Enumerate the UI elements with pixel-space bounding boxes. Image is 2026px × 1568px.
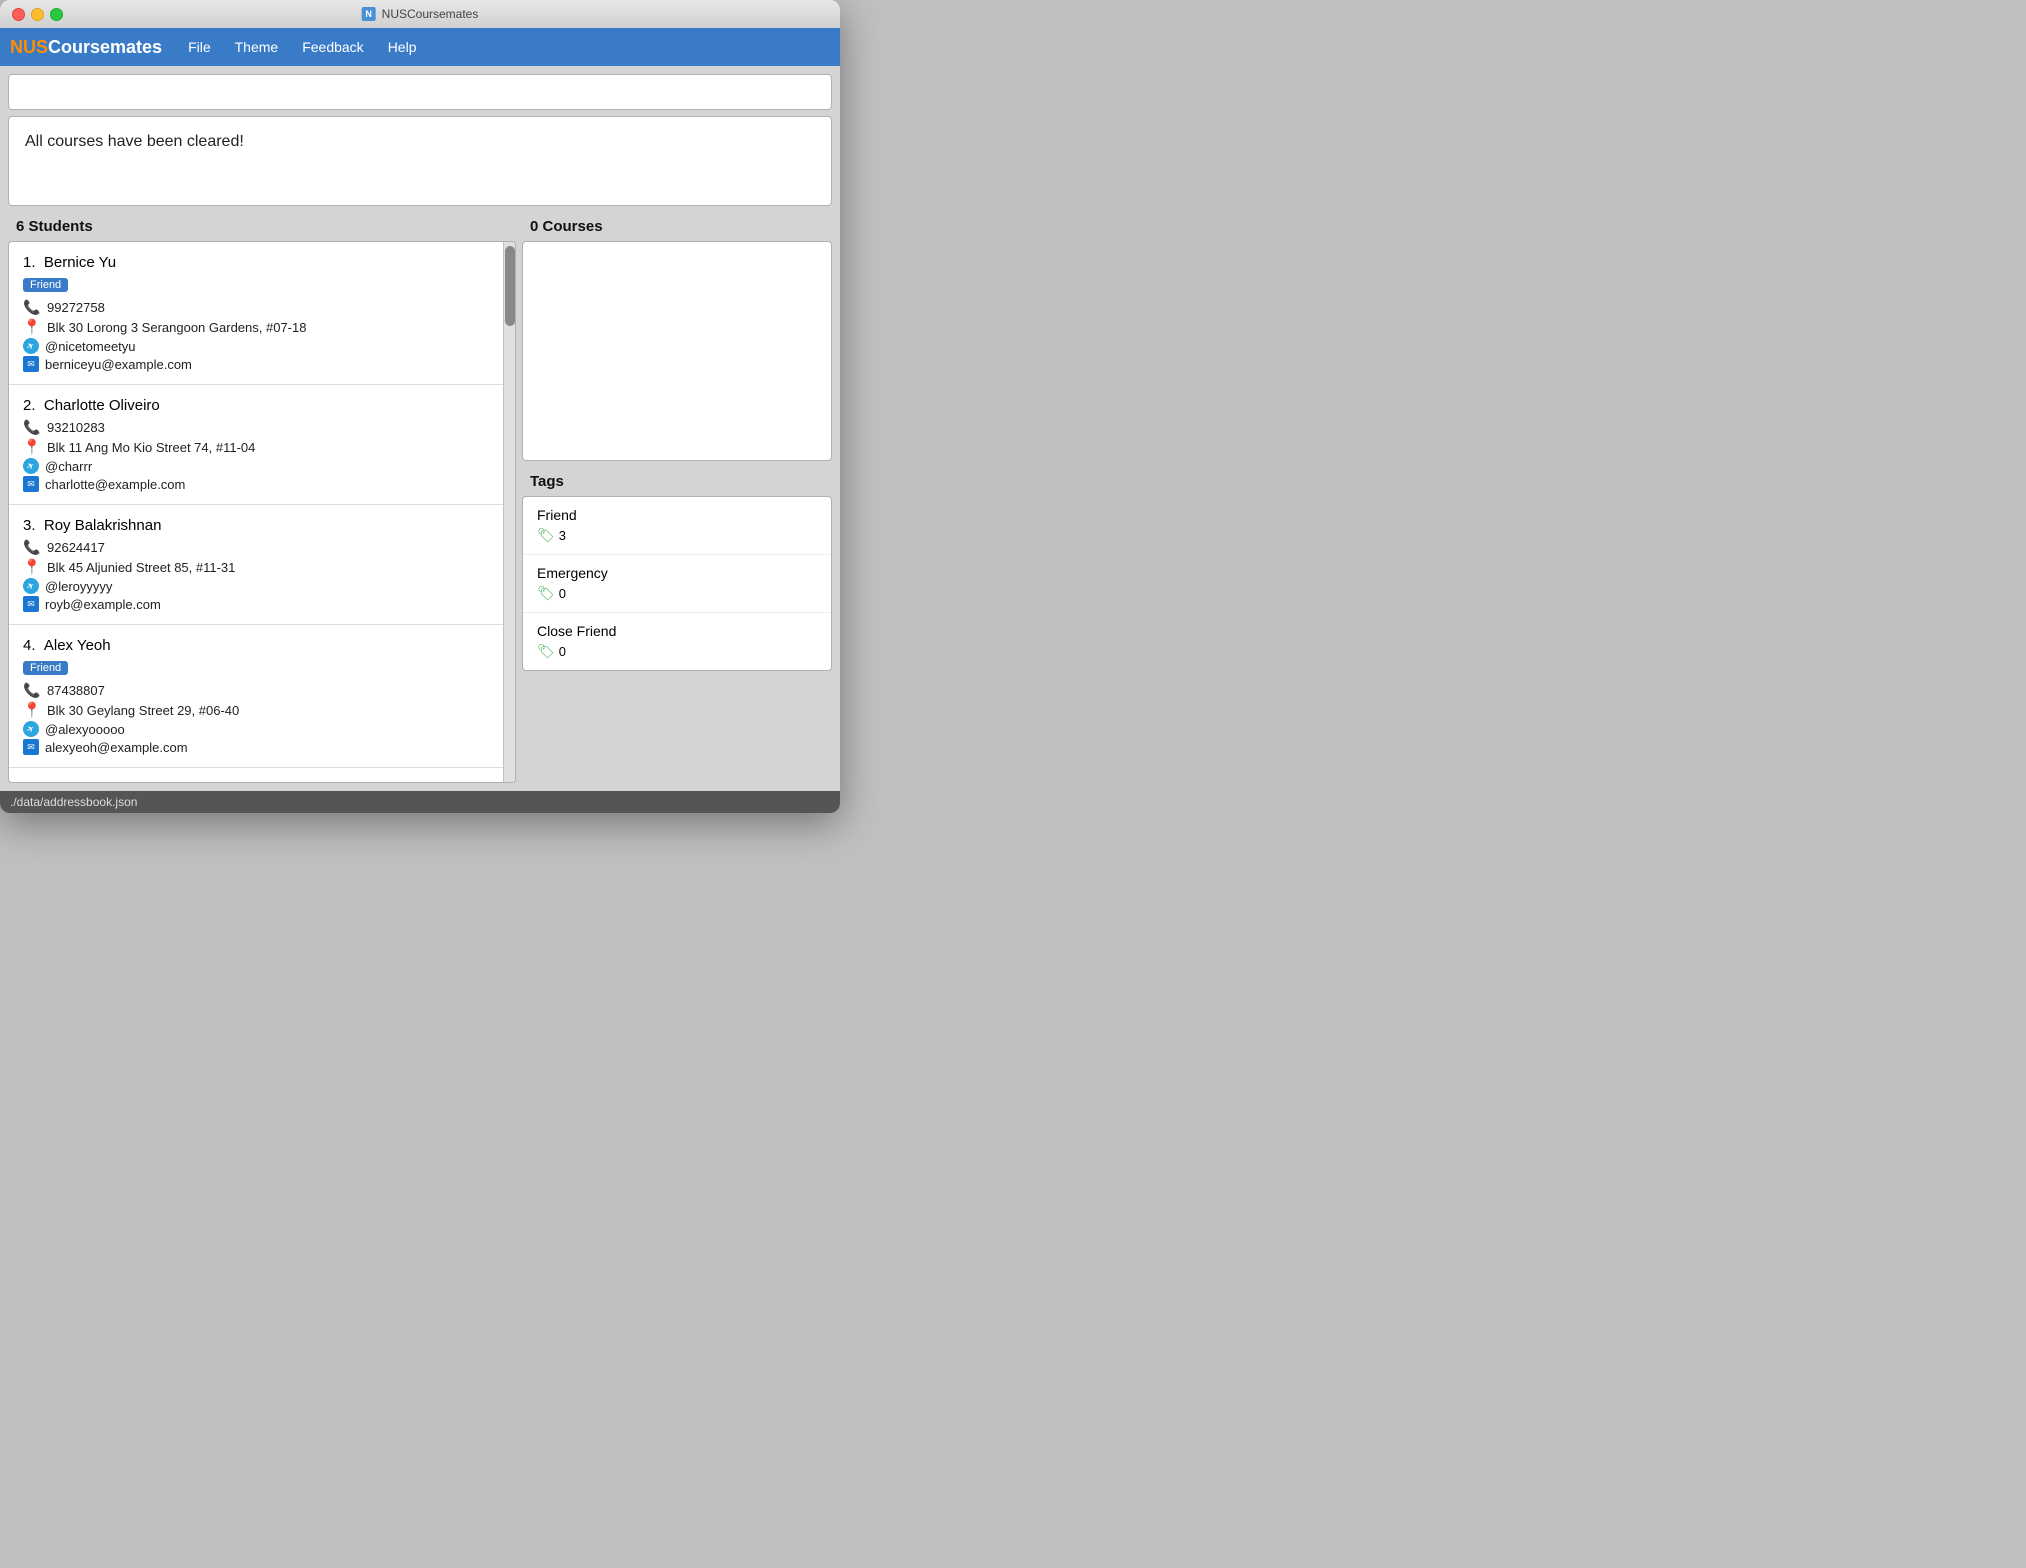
tag-count-icon-friend: 🏷 bbox=[537, 527, 555, 544]
student-telegram-4: @alexyooooo bbox=[23, 721, 489, 737]
tag-count-icon-emergency: 🏷 bbox=[537, 585, 555, 602]
telegram-icon bbox=[23, 338, 39, 354]
tag-name-friend: Friend bbox=[537, 507, 817, 523]
tag-row-closefriend: Close Friend 🏷 0 bbox=[523, 613, 831, 670]
email-icon bbox=[23, 356, 39, 372]
student-item-2[interactable]: 2. Charlotte Oliveiro 93210283 📍 Blk 11 … bbox=[9, 385, 503, 505]
student-address-2: 📍 Blk 11 Ang Mo Kio Street 74, #11-04 bbox=[23, 438, 489, 456]
columns: 6 Students 1. Bernice Yu Friend 99272758 bbox=[8, 212, 832, 783]
student-phone-1: 99272758 bbox=[23, 298, 489, 316]
location-icon-2: 📍 bbox=[23, 438, 41, 456]
close-button[interactable] bbox=[12, 8, 25, 21]
menu-bar: NUSCoursemates File Theme Feedback Help bbox=[0, 28, 840, 66]
maximize-button[interactable] bbox=[50, 8, 63, 21]
students-list: 1. Bernice Yu Friend 99272758 📍 Blk 30 L… bbox=[8, 241, 516, 783]
right-column: 0 Courses Tags Friend 🏷 3 Emergency bbox=[522, 212, 832, 783]
minimize-button[interactable] bbox=[31, 8, 44, 21]
tag-badge-4: Friend bbox=[23, 661, 68, 675]
location-icon-4: 📍 bbox=[23, 701, 41, 719]
tag-row-friend: Friend 🏷 3 bbox=[523, 497, 831, 555]
student-item-4[interactable]: 4. Alex Yeoh Friend 87438807 📍 Blk 30 Ge… bbox=[9, 625, 503, 768]
location-icon-3: 📍 bbox=[23, 558, 41, 576]
student-name-5: 5. Irfan Ibrahim bbox=[23, 780, 489, 782]
tag-count-friend: 🏷 3 bbox=[537, 527, 817, 544]
telegram-icon-2 bbox=[23, 458, 39, 474]
student-item-3[interactable]: 3. Roy Balakrishnan 92624417 📍 Blk 45 Al… bbox=[9, 505, 503, 625]
student-name-4: 4. Alex Yeoh bbox=[23, 637, 489, 654]
message-area: All courses have been cleared! bbox=[8, 116, 832, 206]
app-title: NUSCoursemates bbox=[10, 37, 162, 58]
tag-badge-1: Friend bbox=[23, 278, 68, 292]
main-content: All courses have been cleared! 6 Student… bbox=[0, 66, 840, 791]
telegram-icon-3 bbox=[23, 578, 39, 594]
app-title-nus: NUS bbox=[10, 37, 48, 57]
window-title: N NUSCoursemates bbox=[362, 7, 479, 21]
search-input[interactable] bbox=[8, 74, 832, 110]
students-header: 6 Students bbox=[8, 212, 516, 241]
title-bar: N NUSCoursemates bbox=[0, 0, 840, 28]
scroll-thumb[interactable] bbox=[505, 246, 515, 326]
student-phone-3: 92624417 bbox=[23, 538, 489, 556]
student-name-1: 1. Bernice Yu bbox=[23, 254, 489, 271]
tags-box: Friend 🏷 3 Emergency 🏷 0 bbox=[522, 496, 832, 671]
student-email-1: berniceyu@example.com bbox=[23, 356, 489, 372]
courses-box bbox=[522, 241, 832, 461]
email-icon-4 bbox=[23, 739, 39, 755]
scroll-track[interactable] bbox=[503, 242, 515, 782]
student-name-3: 3. Roy Balakrishnan bbox=[23, 517, 489, 534]
student-address-3: 📍 Blk 45 Aljunied Street 85, #11-31 bbox=[23, 558, 489, 576]
email-icon-2 bbox=[23, 476, 39, 492]
phone-icon bbox=[23, 298, 41, 316]
courses-header: 0 Courses bbox=[522, 212, 832, 241]
email-icon-3 bbox=[23, 596, 39, 612]
tags-header: Tags bbox=[522, 467, 832, 496]
traffic-lights bbox=[12, 8, 63, 21]
menu-theme[interactable]: Theme bbox=[225, 35, 289, 59]
student-name-2: 2. Charlotte Oliveiro bbox=[23, 397, 489, 414]
student-email-3: royb@example.com bbox=[23, 596, 489, 612]
student-item-1[interactable]: 1. Bernice Yu Friend 99272758 📍 Blk 30 L… bbox=[9, 242, 503, 385]
tag-name-emergency: Emergency bbox=[537, 565, 817, 581]
student-email-4: alexyeoh@example.com bbox=[23, 739, 489, 755]
tag-count-emergency: 🏷 0 bbox=[537, 585, 817, 602]
location-icon: 📍 bbox=[23, 318, 41, 336]
status-bar: ./data/addressbook.json bbox=[0, 791, 840, 813]
student-item-5[interactable]: 5. Irfan Ibrahim 91031282 bbox=[9, 768, 503, 782]
menu-file[interactable]: File bbox=[178, 35, 221, 59]
tags-section: Tags Friend 🏷 3 Emergency 🏷 0 bbox=[522, 467, 832, 671]
app-icon: N bbox=[362, 7, 376, 21]
student-telegram-1: @nicetomeetyu bbox=[23, 338, 489, 354]
menu-help[interactable]: Help bbox=[378, 35, 427, 59]
app-title-coursemates: Coursemates bbox=[48, 37, 162, 57]
tag-count-closefriend: 🏷 0 bbox=[537, 643, 817, 660]
student-address-4: 📍 Blk 30 Geylang Street 29, #06-40 bbox=[23, 701, 489, 719]
tag-name-closefriend: Close Friend bbox=[537, 623, 817, 639]
tag-count-icon-closefriend: 🏷 bbox=[537, 643, 555, 660]
student-telegram-2: @charrr bbox=[23, 458, 489, 474]
students-scroll[interactable]: 1. Bernice Yu Friend 99272758 📍 Blk 30 L… bbox=[9, 242, 503, 782]
student-address-1: 📍 Blk 30 Lorong 3 Serangoon Gardens, #07… bbox=[23, 318, 489, 336]
student-email-2: charlotte@example.com bbox=[23, 476, 489, 492]
phone-icon-4 bbox=[23, 681, 41, 699]
students-column: 6 Students 1. Bernice Yu Friend 99272758 bbox=[8, 212, 516, 783]
student-telegram-3: @leroyyyyy bbox=[23, 578, 489, 594]
student-phone-4: 87438807 bbox=[23, 681, 489, 699]
courses-section: 0 Courses bbox=[522, 212, 832, 461]
phone-icon-2 bbox=[23, 418, 41, 436]
tag-row-emergency: Emergency 🏷 0 bbox=[523, 555, 831, 613]
telegram-icon-4 bbox=[23, 721, 39, 737]
menu-feedback[interactable]: Feedback bbox=[292, 35, 373, 59]
student-phone-2: 93210283 bbox=[23, 418, 489, 436]
phone-icon-3 bbox=[23, 538, 41, 556]
